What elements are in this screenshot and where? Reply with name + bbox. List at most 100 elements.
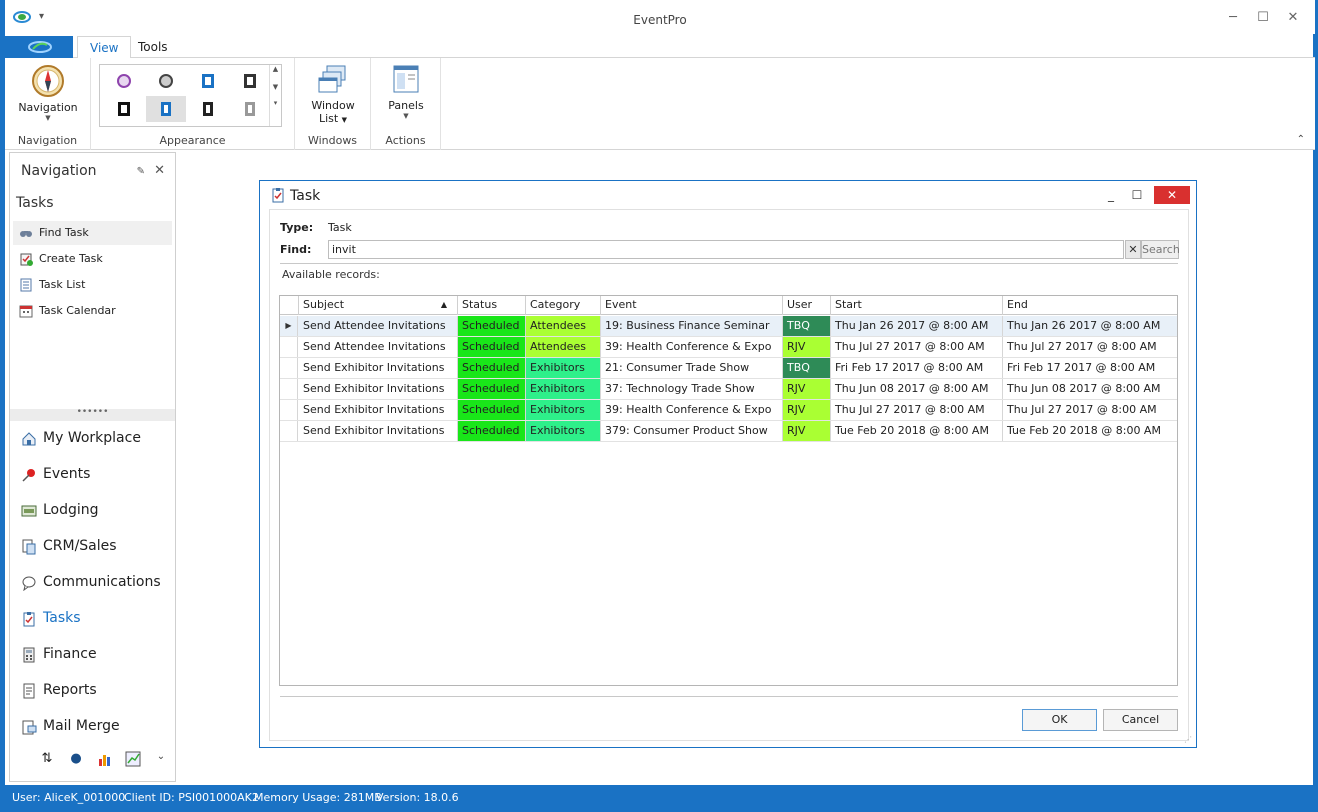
- navigation-panel: Navigation ✎ ✕ Tasks Find Task Create Ta…: [9, 152, 176, 782]
- tab-view[interactable]: View: [77, 36, 132, 59]
- navigation-button[interactable]: Navigation ▼: [13, 64, 83, 122]
- nav-item-task-list[interactable]: Task List: [13, 273, 172, 297]
- nav-splitter[interactable]: ••••••: [10, 408, 175, 421]
- column-header-event[interactable]: Event: [601, 296, 783, 315]
- theme-office-black-icon[interactable]: [230, 68, 270, 94]
- more-chevron-icon[interactable]: ⌄: [152, 751, 170, 769]
- window-list-button[interactable]: Window List ▼: [303, 64, 363, 125]
- gallery-more-icon[interactable]: ▾: [270, 99, 281, 107]
- nav-close-icon[interactable]: ✕: [154, 163, 165, 178]
- cell-event: 21: Consumer Trade Show: [601, 358, 783, 378]
- pushpin-icon: [22, 469, 35, 482]
- column-header-label: Subject: [303, 298, 345, 311]
- nav-item-task-calendar[interactable]: Task Calendar: [13, 299, 172, 323]
- cell-start: Fri Feb 17 2017 @ 8:00 AM: [831, 358, 1003, 378]
- nav-item-find-task[interactable]: Find Task: [13, 221, 172, 245]
- row-indicator[interactable]: [280, 400, 298, 420]
- column-header-subject[interactable]: Subject ▲: [299, 296, 458, 315]
- nav-item-label: Task Calendar: [39, 304, 116, 317]
- table-row[interactable]: Send Attendee Invitations Scheduled Attend…: [280, 337, 1177, 358]
- sort-arrows-icon[interactable]: ⇅: [38, 751, 56, 769]
- theme-black-icon[interactable]: [104, 96, 144, 122]
- cancel-button[interactable]: Cancel: [1103, 709, 1178, 731]
- table-row[interactable]: Send Exhibitor Invitations Scheduled Exhib…: [280, 421, 1177, 442]
- pin-icon[interactable]: ✎: [137, 166, 145, 177]
- dialog-close-button[interactable]: ✕: [1154, 186, 1190, 204]
- row-focus-icon[interactable]: ▶: [280, 316, 298, 336]
- task-add-icon: [20, 253, 33, 266]
- theme-outline-gray-icon[interactable]: [230, 96, 270, 122]
- maximize-button[interactable]: ☐: [1253, 8, 1273, 28]
- column-header-status[interactable]: Status: [458, 296, 526, 315]
- nav-item-create-task[interactable]: Create Task: [13, 247, 172, 271]
- collapse-ribbon-icon[interactable]: ⌃: [1297, 134, 1305, 145]
- cell-start: Tue Feb 20 2018 @ 8:00 AM: [831, 421, 1003, 441]
- column-header-start[interactable]: Start: [831, 296, 1003, 315]
- table-row[interactable]: Send Exhibitor Invitations Scheduled Exhib…: [280, 358, 1177, 379]
- module-reports[interactable]: Reports: [19, 679, 169, 703]
- title-bar: ▾ EventPro ─ ☐ ✕: [5, 0, 1315, 34]
- module-communications[interactable]: Communications: [19, 571, 169, 595]
- row-indicator[interactable]: [280, 358, 298, 378]
- theme-selected-icon[interactable]: [146, 96, 186, 122]
- nav-section-title: Tasks: [16, 195, 54, 211]
- row-indicator[interactable]: [280, 379, 298, 399]
- status-bar: User: AliceK_001000 Client ID: PSI001000…: [0, 785, 1318, 812]
- cell-status: Scheduled: [458, 316, 526, 336]
- gallery-down-icon[interactable]: ▼: [270, 83, 281, 91]
- column-header-end[interactable]: End: [1003, 296, 1177, 315]
- table-row[interactable]: Send Exhibitor Invitations Scheduled Exhib…: [280, 400, 1177, 421]
- clipboard-icon: [272, 188, 284, 203]
- binoculars-icon: [20, 231, 32, 237]
- dialog-minimize-button[interactable]: _: [1100, 186, 1122, 204]
- module-lodging[interactable]: Lodging: [19, 499, 169, 523]
- cell-user: RJV: [783, 421, 831, 441]
- column-header-category[interactable]: Category: [526, 296, 601, 315]
- task-dialog: Task _ ☐ ✕ Type: Task Find: ✕ Search Ava…: [259, 180, 1197, 748]
- cell-subject: Send Exhibitor Invitations: [299, 421, 458, 441]
- cell-category: Attendees: [526, 316, 601, 336]
- module-tasks[interactable]: Tasks: [19, 607, 169, 631]
- column-header-user[interactable]: User: [783, 296, 831, 315]
- theme-dark-gray-icon[interactable]: [146, 68, 186, 94]
- module-events[interactable]: Events: [19, 463, 169, 487]
- cell-event: 39: Health Conference & Expo: [601, 400, 783, 420]
- module-my-workplace[interactable]: My Workplace: [19, 427, 169, 451]
- cell-end: Tue Feb 20 2018 @ 8:00 AM: [1007, 424, 1161, 437]
- clear-search-icon[interactable]: ✕: [1125, 240, 1141, 259]
- module-finance[interactable]: Finance: [19, 643, 169, 667]
- theme-office-blue-icon[interactable]: [188, 68, 228, 94]
- row-indicator[interactable]: [280, 421, 298, 441]
- theme-gallery[interactable]: ▲ ▼ ▾: [99, 64, 282, 127]
- tab-tools[interactable]: Tools: [126, 36, 180, 59]
- nav-item-label: Find Task: [39, 226, 89, 239]
- resize-grip-icon[interactable]: ⋰: [1184, 735, 1192, 744]
- table-row[interactable]: ▶ Send Attendee Invitations Scheduled Atten…: [280, 316, 1177, 337]
- minimize-button[interactable]: ─: [1223, 8, 1243, 28]
- dialog-maximize-button[interactable]: ☐: [1126, 186, 1148, 204]
- cell-end: Thu Jul 27 2017 @ 8:00 AM: [1007, 340, 1157, 353]
- row-indicator[interactable]: [280, 337, 298, 357]
- search-button[interactable]: Search: [1141, 240, 1180, 259]
- gallery-up-icon[interactable]: ▲: [270, 65, 281, 73]
- theme-purple-icon[interactable]: [104, 68, 144, 94]
- module-mail-merge[interactable]: Mail Merge: [19, 715, 169, 739]
- cell-user: RJV: [783, 379, 831, 399]
- ok-button[interactable]: OK: [1022, 709, 1097, 731]
- file-tab[interactable]: [5, 36, 73, 58]
- panels-button[interactable]: Panels ▼: [379, 64, 433, 120]
- table-row[interactable]: Send Exhibitor Invitations Scheduled Exhib…: [280, 379, 1177, 400]
- line-chart-icon[interactable]: [124, 751, 142, 769]
- records-grid[interactable]: Subject ▲ Status Category Event User Star…: [279, 295, 1178, 686]
- globe-icon[interactable]: ●: [67, 751, 85, 769]
- close-button[interactable]: ✕: [1283, 8, 1303, 28]
- panels-icon: [393, 65, 419, 93]
- find-input[interactable]: [328, 240, 1124, 259]
- cell-category: Attendees: [526, 337, 601, 357]
- module-crm-sales[interactable]: CRM/Sales: [19, 535, 169, 559]
- gallery-scrollbar[interactable]: ▲ ▼ ▾: [269, 65, 281, 126]
- theme-outline-dark-icon[interactable]: [188, 96, 228, 122]
- cell-end: Fri Feb 17 2017 @ 8:00 AM: [1007, 361, 1156, 374]
- cell-start: Thu Jun 08 2017 @ 8:00 AM: [831, 379, 1003, 399]
- bar-chart-icon[interactable]: [96, 751, 114, 769]
